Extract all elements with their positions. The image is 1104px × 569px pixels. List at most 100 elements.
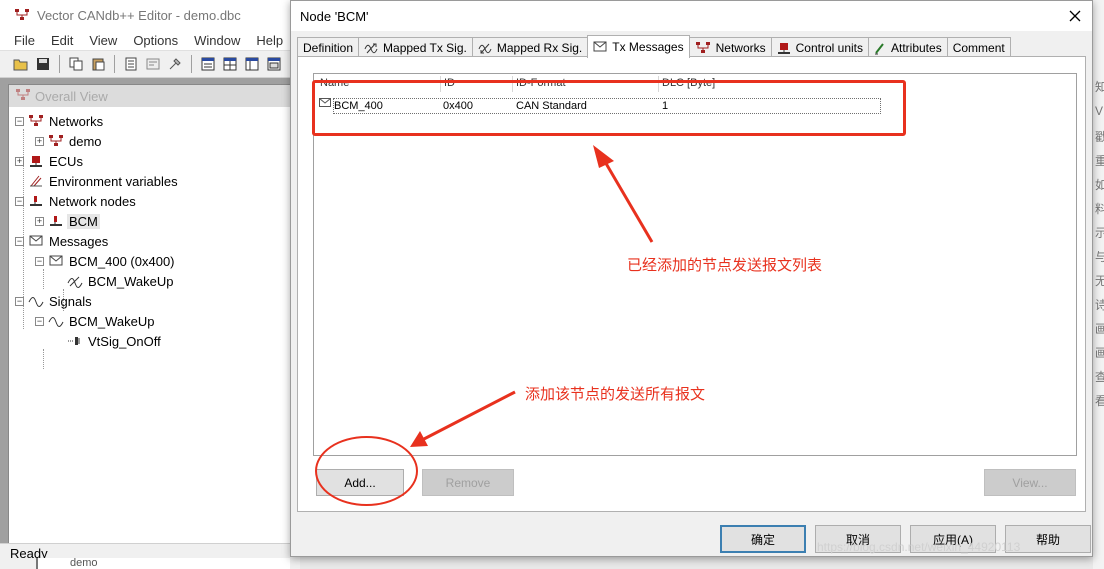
annotation-highlight-rect [312,80,906,136]
paste-icon[interactable] [89,55,107,73]
tree-item-signals[interactable]: − Signals [15,291,94,311]
tab-label: Mapped Rx Sig. [496,40,583,55]
main-toolbar [0,50,300,78]
tree-item-bcm-wakeup-signal[interactable]: − BCM_WakeUp [35,311,156,331]
expand-icon[interactable]: + [15,156,24,166]
attributes-icon [874,41,886,55]
view-detail-icon[interactable] [265,55,283,73]
tab-networks[interactable]: Networks [688,37,772,57]
expand-icon[interactable]: + [35,136,44,146]
toolbar-separator [114,55,115,73]
view-split-icon[interactable] [243,55,261,73]
tab-control-units[interactable]: Control units [770,37,869,57]
tree-item-bcm[interactable]: + BCM [35,211,100,231]
ok-button[interactable]: 确定 [720,525,806,553]
new-db-icon[interactable] [122,55,140,73]
tools-icon[interactable] [166,55,184,73]
tab-mapped-rx-sig[interactable]: Mapped Rx Sig. [471,37,589,57]
collapse-icon[interactable]: − [15,196,24,206]
tab-label: Control units [795,40,863,55]
tree-label: ECUs [49,153,83,169]
candb-app-icon [15,88,31,105]
tab-strip: Definition Mapped Tx Sig. Mapped Rx Sig.… [297,35,1011,58]
env-var-icon [28,173,44,189]
peek-char: 画 [1095,346,1104,360]
node-icon [48,213,64,229]
peek-char: 与 [1095,250,1104,264]
tree-item-networks[interactable]: − Networks [15,111,105,131]
tab-comment[interactable]: Comment [946,37,1011,57]
properties-icon[interactable] [144,55,162,73]
tab-label: Comment [952,40,1005,55]
menu-help[interactable]: Help [248,33,291,48]
overall-view-title: Overall View [35,88,108,104]
remove-button[interactable]: Remove [422,469,514,496]
signal-icon [28,293,44,309]
tab-label: Tx Messages [612,40,684,54]
annotation-add-note: 添加该节点的发送所有报文 [525,385,706,403]
tree-item-ecus[interactable]: + ECUs [15,151,85,171]
ecu-icon [777,41,791,55]
candb-editor-window: Vector CANdb++ Editor - demo.dbc File Ed… [0,0,300,569]
collapse-icon[interactable]: − [15,236,24,246]
network-icon [695,41,711,55]
tree-label: BCM [67,213,100,229]
toolbar-separator [191,55,192,73]
signal-icon [48,313,64,329]
tree-item-demo[interactable]: + demo [35,131,104,151]
dialog-titlebar: Node 'BCM' [291,1,1092,31]
tree-label: Network nodes [49,193,136,209]
menu-window[interactable]: Window [186,33,248,48]
tab-definition[interactable]: Definition [297,37,360,57]
tree-item-messages[interactable]: − Messages [15,231,110,251]
save-icon[interactable] [34,55,52,73]
tree-item-bcm-wakeup-msg-signal[interactable]: BCM_WakeUp [67,271,175,291]
view-list-icon[interactable] [199,55,217,73]
tree-label: BCM_WakeUp [69,313,155,329]
view-grid-icon[interactable] [221,55,239,73]
tab-tx-messages[interactable]: Tx Messages [587,35,690,58]
close-button[interactable] [1058,2,1092,30]
peek-char: 无 [1095,274,1104,288]
tab-attributes[interactable]: Attributes [868,37,948,57]
message-icon [593,41,607,53]
view-button[interactable]: View... [984,469,1076,496]
network-icon [28,113,44,129]
open-folder-icon[interactable] [12,55,30,73]
peek-char: 知 [1095,80,1104,94]
mapped-tx-icon [364,42,378,54]
peek-char: 料 [1095,202,1104,216]
copy-icon[interactable] [67,55,85,73]
collapse-icon[interactable]: − [15,116,24,126]
message-icon [28,233,44,249]
mapped-signal-icon [67,273,83,289]
tab-mapped-tx-sig[interactable]: Mapped Tx Sig. [358,37,473,57]
tree-item-network-nodes[interactable]: − Network nodes [15,191,138,211]
peek-char: 诗 [1095,298,1104,312]
collapse-icon[interactable]: − [15,296,24,306]
close-icon [1069,10,1081,22]
menubar: File Edit View Options Window Help [0,30,300,50]
peek-char: 戳 [1095,130,1104,144]
collapse-icon[interactable]: − [35,256,44,266]
tree-label: Messages [49,233,109,249]
expand-icon[interactable]: + [35,216,44,226]
message-icon [48,253,64,269]
tree-label: BCM_WakeUp [88,273,174,289]
tree-item-env-vars[interactable]: Environment variables [28,171,180,191]
collapse-icon[interactable]: − [35,316,44,326]
mapped-rx-icon [478,42,492,54]
menu-view[interactable]: View [81,33,125,48]
tree-label: Signals [49,293,92,309]
tree-item-vtsig-onoff[interactable]: VtSig_OnOff [67,331,163,351]
menu-edit[interactable]: Edit [43,33,81,48]
menu-options[interactable]: Options [125,33,186,48]
watermark: https://blog.csdn.net/weixin_44920113 [817,540,1021,554]
tree-item-bcm-400[interactable]: − BCM_400 (0x400) [35,251,177,271]
right-background-peek: 知 V 戳 重 如 料 示 与 无 诗 画 画 查 看 [1093,0,1104,569]
peek-char: 看 [1095,394,1104,408]
candb-app-icon [14,8,30,22]
tab-label: Attributes [891,40,942,55]
menu-file[interactable]: File [0,33,43,48]
ecu-icon [28,153,44,169]
